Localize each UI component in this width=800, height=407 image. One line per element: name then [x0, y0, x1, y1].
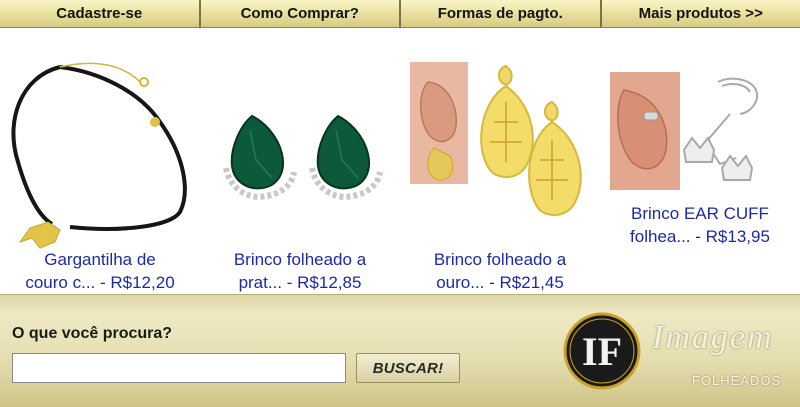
- product-title-line2[interactable]: folhea...: [630, 227, 691, 246]
- logo-tagline: FOLHEADOS: [692, 373, 782, 388]
- product-title-line2[interactable]: ouro...: [436, 273, 484, 292]
- earring-model-photo: [410, 62, 582, 216]
- product-card-gargantilha[interactable]: Gargantilha de couro c... - R$12,20: [0, 28, 200, 294]
- product-title-line2[interactable]: couro c...: [25, 273, 95, 292]
- product-title-line1[interactable]: Brinco folheado a: [400, 248, 600, 271]
- product-caption-brinco-prata[interactable]: Brinco folheado a prat... - R$12,85: [200, 248, 400, 294]
- brand-logo[interactable]: IF Imagem FOLHEADOS: [562, 301, 798, 401]
- logo-brand-name: Imagem: [652, 319, 774, 356]
- product-image-ear-cuff[interactable]: [610, 72, 790, 202]
- product-image-brinco-ouro[interactable]: [410, 62, 590, 252]
- search-button[interactable]: BUSCAR!: [356, 353, 460, 383]
- product-caption-brinco-ouro[interactable]: Brinco folheado a ouro... - R$21,45: [400, 248, 600, 294]
- product-card-ear-cuff[interactable]: Brinco EAR CUFF folhea... - R$13,95: [600, 28, 800, 294]
- product-image-brinco-prata[interactable]: [200, 68, 400, 248]
- nav-cadastre-se[interactable]: Cadastre-se: [0, 0, 201, 28]
- product-title-line1[interactable]: Gargantilha de: [0, 248, 200, 271]
- nav-mais-produtos[interactable]: Mais produtos >>: [601, 0, 800, 28]
- product-image-gargantilha[interactable]: [0, 52, 200, 252]
- nav-como-comprar[interactable]: Como Comprar?: [200, 0, 401, 28]
- product-price[interactable]: - R$13,95: [691, 227, 770, 246]
- logo-monogram-text: IF: [582, 329, 622, 374]
- product-grid: Gargantilha de couro c... - R$12,20 Brin…: [0, 28, 800, 294]
- product-caption-gargantilha[interactable]: Gargantilha de couro c... - R$12,20: [0, 248, 200, 294]
- product-price[interactable]: - R$12,20: [95, 273, 175, 292]
- product-card-brinco-ouro[interactable]: Brinco folheado a ouro... - R$21,45: [400, 28, 600, 294]
- product-price[interactable]: - R$12,85: [282, 273, 362, 292]
- product-price[interactable]: - R$21,45: [484, 273, 564, 292]
- product-card-brinco-prata[interactable]: Brinco folheado a prat... - R$12,85: [200, 28, 400, 294]
- nav-formas-de-pagto[interactable]: Formas de pagto.: [401, 0, 602, 28]
- search-label: O que você procura?: [12, 325, 173, 342]
- product-title-line2[interactable]: prat...: [239, 273, 282, 292]
- search-band: O que você procura? BUSCAR! IF Imagem FO…: [0, 294, 800, 407]
- top-navigation: Cadastre-se Como Comprar? Formas de pagt…: [0, 0, 800, 28]
- product-caption-ear-cuff[interactable]: Brinco EAR CUFF folhea... - R$13,95: [600, 202, 800, 248]
- search-input[interactable]: [12, 353, 346, 383]
- product-title-line1[interactable]: Brinco folheado a: [200, 248, 400, 271]
- product-title-line1[interactable]: Brinco EAR CUFF: [600, 202, 800, 225]
